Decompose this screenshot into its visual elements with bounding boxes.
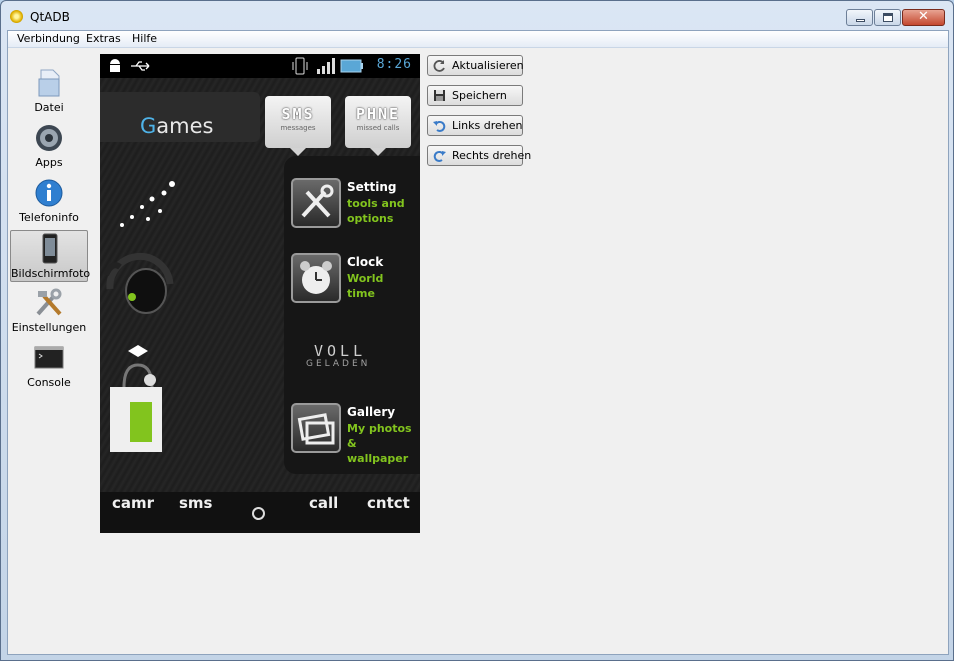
dock-call[interactable]: call [309,494,338,512]
dock-contacts[interactable]: cntct [367,494,410,512]
sidebar-item-console[interactable]: Console [10,340,88,392]
sidebar-item-label: Datei [34,101,64,114]
window-controls: ✕ [845,9,945,26]
menu-extras[interactable]: Extras [84,32,123,45]
clock-title: Clock [347,255,384,269]
sms-tile-pointer [290,148,306,156]
sms-tile[interactable]: SMS messages [265,96,331,148]
refresh-button[interactable]: Aktualisieren [427,55,524,76]
phone-tile-subtitle: missed calls [356,124,400,132]
clock-shortcut[interactable]: Clock World time [291,253,420,309]
close-icon: ✕ [918,9,929,24]
gallery-title: Gallery [347,405,396,419]
sidebar-item-bildschirmfoto[interactable]: Bildschirmfoto [10,230,91,282]
setting-subtitle-line1: tools and [347,197,405,210]
music-headphones-icon [103,181,175,314]
games-label: Games [140,114,213,138]
phone-tile[interactable]: PHNE missed calls [345,96,411,148]
signal-icon [317,58,335,74]
minimize-icon [856,19,865,22]
console-icon [34,346,64,369]
sidebar-item-label: Apps [35,156,63,169]
sidebar-item-label: Telefoninfo [19,211,79,224]
phone-tile-pointer [370,148,386,156]
gallery-subtitle-line2: & wallpaper [347,437,409,465]
save-icon [434,90,445,101]
sidebar-item-datei[interactable]: Datei [10,65,88,117]
window-title: QtADB [30,10,70,24]
gallery-photos-icon [291,403,341,453]
dock-sms[interactable]: sms [179,494,213,512]
dock-home-button[interactable] [252,507,265,520]
settings-tools-icon [291,178,341,228]
menu-verbindung[interactable]: Verbindung [15,32,82,45]
sidebar-item-apps[interactable]: Apps [10,120,88,172]
gallery-shortcut[interactable]: Gallery My photos & wallpaper [291,403,420,465]
market-bag-icon [110,345,162,452]
battery-full-title: VOLL [314,342,367,360]
sidebar-item-label: Console [27,376,71,389]
clock-subtitle-line2: time [347,287,375,300]
phone-tile-title: PHNE [355,105,401,123]
sms-tile-subtitle: messages [280,124,316,132]
save-button[interactable]: Speichern [427,85,523,106]
games-label-rest: ames [156,114,214,138]
sidebar-item-label: Bildschirmfoto [11,267,91,280]
rotate-right-button-label: Rechts drehen [452,149,532,162]
gallery-subtitle: My photos & wallpaper [347,421,420,466]
rotate-right-icon [433,150,446,162]
phone-clock: 8:26 [376,57,412,72]
dock-camera[interactable]: camr [112,494,154,512]
setting-subtitle-line2: options [347,212,394,225]
rotate-right-button[interactable]: Rechts drehen [427,145,531,166]
usb-icon [131,61,150,71]
tools-icon [36,288,62,316]
battery-full-subtitle: GELADEN [306,359,371,369]
qtadb-app-icon [10,10,23,23]
clock-subtitle: World time [347,271,383,301]
games-label-initial: G [140,114,157,138]
rotate-left-icon [433,120,446,132]
sidebar-item-telefoninfo[interactable]: Telefoninfo [10,175,88,227]
setting-subtitle: tools and options [347,196,405,226]
apps-gear-icon [36,125,62,151]
minimize-button[interactable] [846,9,873,26]
setting-shortcut[interactable]: Setting tools and options [291,178,420,234]
save-button-label: Speichern [452,89,507,102]
info-icon [35,179,63,207]
menu-bar: Verbindung Extras Hilfe [8,31,948,48]
setting-title: Setting [347,180,397,194]
refresh-button-label: Aktualisieren [452,59,524,72]
client-area: Verbindung Extras Hilfe Datei Apps Telef… [7,30,949,655]
refresh-icon [433,60,445,72]
phone-screenshot-icon [42,233,58,264]
clock-subtitle-line1: World [347,272,384,285]
rotate-left-button-label: Links drehen [452,119,523,132]
maximize-icon [883,13,893,22]
alarm-clock-icon [291,253,341,303]
sidebar-item-einstellungen[interactable]: Einstellungen [10,285,88,337]
android-icon [110,59,120,72]
maximize-button[interactable] [874,9,901,26]
rotate-left-button[interactable]: Links drehen [427,115,523,136]
battery-icon [340,59,363,73]
menu-hilfe[interactable]: Hilfe [130,32,159,45]
phone-status-bar: 8:26 [100,54,420,78]
sms-tile-title: SMS [281,105,315,123]
file-icon [38,69,60,97]
main-window: QtADB ✕ Verbindung Extras Hilfe Datei Ap… [0,0,954,661]
close-button[interactable]: ✕ [902,9,945,26]
sidebar-item-label: Einstellungen [11,321,87,334]
phone-screenshot: 8:26 Games SMS messages PHNE missed call… [100,54,420,533]
gallery-subtitle-line1: My photos [347,422,412,435]
vibrate-icon [292,57,308,75]
title-bar[interactable]: QtADB ✕ [1,1,953,31]
